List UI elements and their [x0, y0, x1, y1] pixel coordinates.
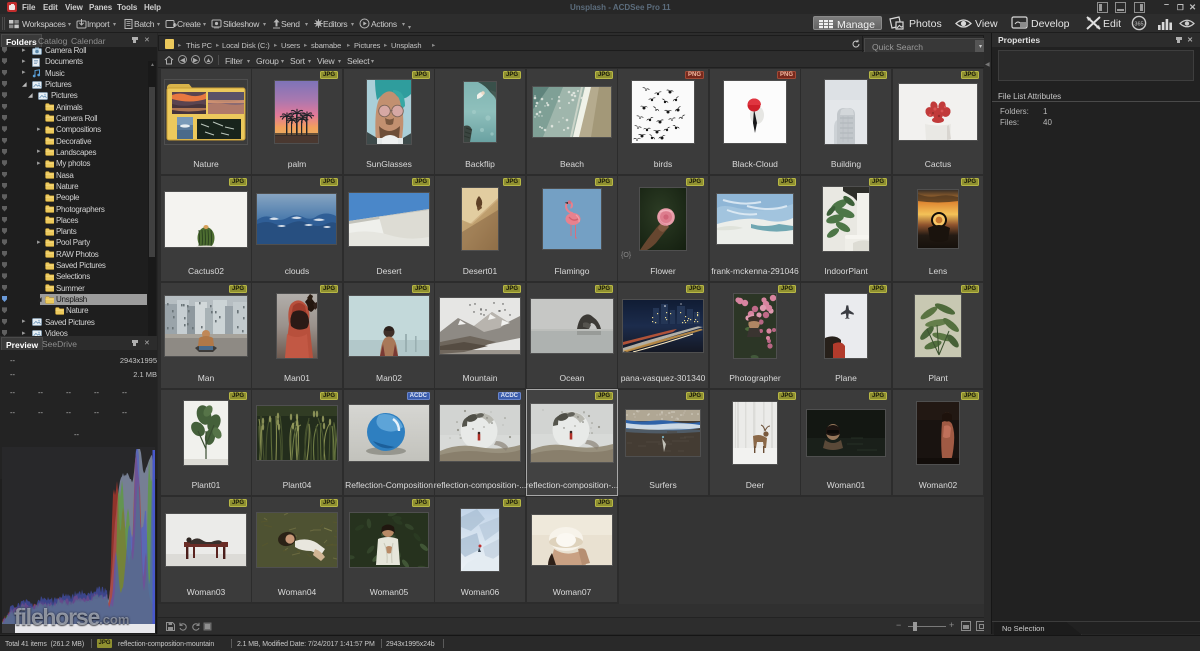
svg-text:365: 365	[1134, 22, 1143, 28]
